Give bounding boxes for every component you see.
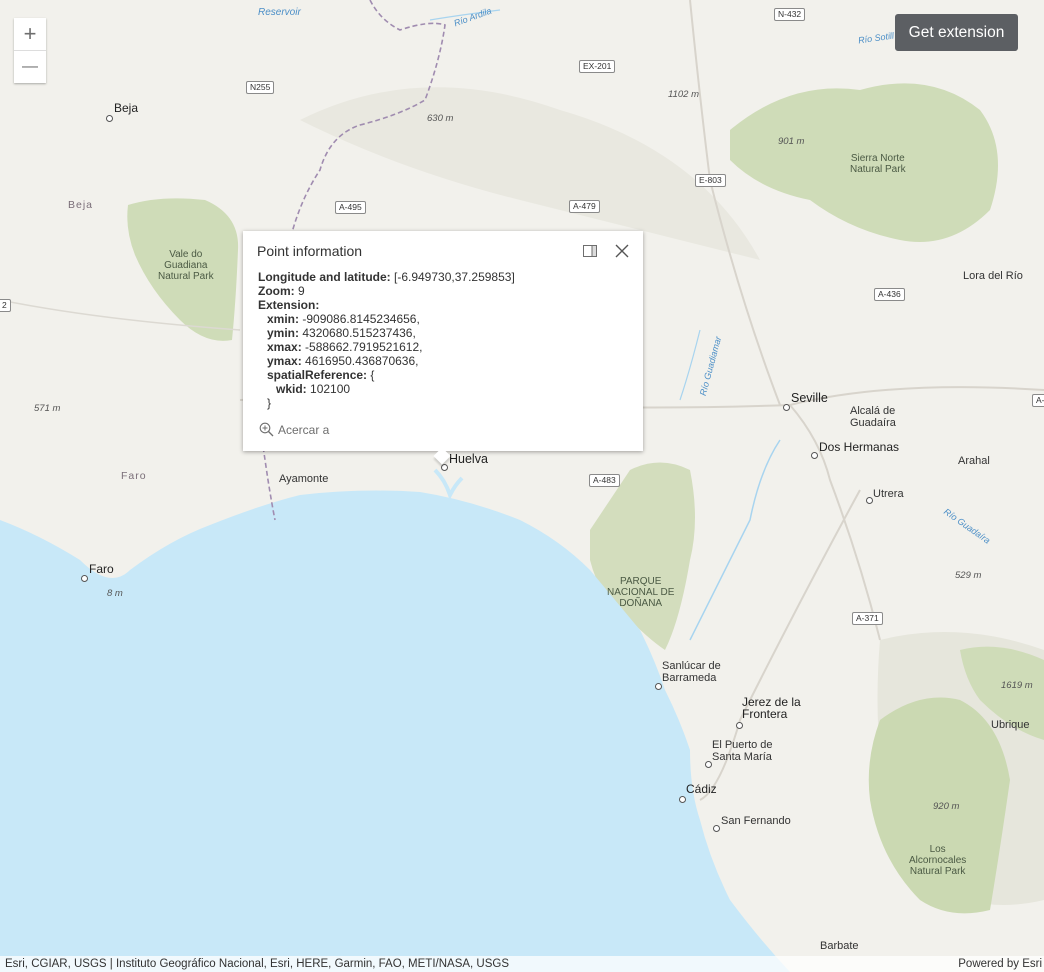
place-label-cadiz: Cádiz <box>686 782 717 796</box>
place-label-huelva: Huelva <box>449 452 488 466</box>
park-label-guadiana: Vale do Guadiana Natural Park <box>158 249 214 282</box>
peak-label: 1102 m <box>668 89 699 100</box>
xmin-row: xmin: -909086.8145234656, <box>258 312 515 326</box>
zoom-row: Zoom: 9 <box>258 284 515 298</box>
road-shield: A-483 <box>589 474 620 487</box>
spatial-reference-open: { <box>370 368 375 382</box>
place-dot-san-fernando <box>713 825 720 832</box>
place-label-puerto: El Puerto de Santa María <box>712 739 773 763</box>
region-label-beja: Beja <box>68 199 94 211</box>
spatial-reference-label: spatialReference: <box>267 368 368 382</box>
place-dot-cadiz <box>679 796 686 803</box>
road-shield: A-371 <box>852 612 883 625</box>
zoom-value: 9 <box>298 284 305 298</box>
zoom-to-icon <box>259 422 274 437</box>
place-dot-beja <box>106 115 113 122</box>
place-dot-sanlucar <box>655 683 662 690</box>
road-shield: 2 <box>0 299 11 312</box>
road-shield: N-432 <box>774 8 806 21</box>
road-shield: A-436 <box>874 288 905 301</box>
place-label-lora: Lora del Río <box>963 270 1023 282</box>
road-shield: E-803 <box>695 174 726 187</box>
extension-label: Extension: <box>258 298 320 312</box>
place-label-arahal: Arahal <box>958 455 990 467</box>
zoom-in-button[interactable]: + <box>14 18 46 50</box>
place-label-utrera: Utrera <box>873 488 904 500</box>
peak-label: 920 m <box>933 801 960 812</box>
place-label-ubrique: Ubrique <box>991 719 1030 731</box>
road-shield: A-495 <box>335 201 366 214</box>
attribution-bar: Esri, CGIAR, USGS | Instituto Geográfico… <box>0 956 1044 972</box>
xmin-value: -909086.8145234656, <box>302 312 420 326</box>
xmax-value: -588662.7919521612, <box>305 340 423 354</box>
map-view[interactable]: Beja Beja Faro Faro Huelva Ayamonte Sevi… <box>0 0 1044 972</box>
xmin-label: xmin: <box>267 312 300 326</box>
close-icon[interactable] <box>613 242 631 260</box>
peak-label: 529 m <box>955 570 982 581</box>
peak-label: 571 m <box>34 403 61 414</box>
park-label-donana: PARQUE NACIONAL DE DOÑANA <box>607 576 675 609</box>
peak-label: 630 m <box>427 113 454 124</box>
place-dot-utrera <box>866 497 873 504</box>
xmax-label: xmax: <box>267 340 302 354</box>
place-label-alcala: Alcalá de Guadaíra <box>850 405 896 429</box>
ymax-row: ymax: 4616950.436870636, <box>258 354 515 368</box>
zoom-label: Zoom: <box>258 284 295 298</box>
lonlat-label: Longitude and latitude: <box>258 270 391 284</box>
get-extension-button[interactable]: Get extension <box>895 14 1018 51</box>
point-info-popup: Point information Longitude and latitude… <box>243 231 643 465</box>
place-label-faro: Faro <box>89 562 114 576</box>
place-label-beja: Beja <box>114 101 139 115</box>
road-shield: A- <box>1032 394 1044 407</box>
place-label-dos-hermanas: Dos Hermanas <box>819 440 900 454</box>
lonlat-value: [-6.949730,37.259853] <box>394 270 515 284</box>
place-label-san-fernando: San Fernando <box>721 815 791 827</box>
ymin-value: 4320680.515237436, <box>302 326 416 340</box>
region-label-faro: Faro <box>121 470 147 482</box>
dock-icon[interactable] <box>583 244 597 258</box>
zoom-controls: + — <box>14 18 46 83</box>
place-dot-jerez <box>736 722 743 729</box>
road-shield: A-479 <box>569 200 600 213</box>
place-label-ayamonte: Ayamonte <box>279 473 329 485</box>
zoom-to-label: Acercar a <box>278 422 330 437</box>
popup-title: Point information <box>257 243 363 259</box>
wkid-row: wkid: 102100 <box>258 382 515 396</box>
extension-row: Extension: <box>258 298 515 312</box>
ymax-value: 4616950.436870636, <box>305 354 419 368</box>
place-label-barbate: Barbate <box>820 940 859 952</box>
place-label-seville: Seville <box>791 391 828 405</box>
place-dot-huelva <box>441 464 448 471</box>
spatial-reference-row: spatialReference: { <box>258 368 515 382</box>
road-shield: N255 <box>246 81 275 94</box>
road-shield: EX-201 <box>579 60 616 73</box>
peak-label: 1619 m <box>1001 680 1033 691</box>
zoom-out-button[interactable]: — <box>14 50 46 83</box>
basemap <box>0 0 1044 972</box>
place-dot-faro <box>81 575 88 582</box>
place-dot-seville <box>783 404 790 411</box>
park-label-sierra-norte: Sierra Norte Natural Park <box>850 153 906 175</box>
water-label-reservoir: Reservoir <box>258 7 301 18</box>
park-label-alcornocales: Los Alcornocales Natural Park <box>909 844 967 877</box>
lonlat-row: Longitude and latitude: [-6.949730,37.25… <box>258 270 515 284</box>
attribution-text[interactable]: Esri, CGIAR, USGS | Instituto Geográfico… <box>5 958 509 970</box>
ymax-label: ymax: <box>267 354 302 368</box>
powered-by-link[interactable]: Powered by Esri <box>958 958 1042 970</box>
peak-label: 8 m <box>107 588 123 599</box>
place-label-sanlucar: Sanlúcar de Barrameda <box>662 660 721 684</box>
zoom-to-action[interactable]: Acercar a <box>259 422 329 437</box>
place-dot-dos-hermanas <box>811 452 818 459</box>
place-dot-puerto <box>705 761 712 768</box>
wkid-label: wkid: <box>276 382 307 396</box>
wkid-value: 102100 <box>310 382 351 396</box>
popup-content: Longitude and latitude: [-6.949730,37.25… <box>258 270 515 410</box>
ymin-row: ymin: 4320680.515237436, <box>258 326 515 340</box>
xmax-row: xmax: -588662.7919521612, <box>258 340 515 354</box>
ymin-label: ymin: <box>267 326 300 340</box>
spatial-reference-close: } <box>267 396 272 410</box>
place-label-jerez: Jerez de la Frontera <box>742 695 801 721</box>
peak-label: 901 m <box>778 136 805 147</box>
